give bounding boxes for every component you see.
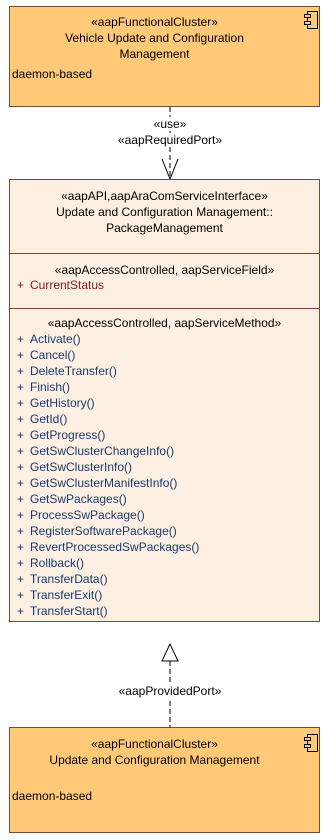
method-visibility: + [17, 332, 25, 346]
method-name: RegisterSoftwarePackage() [30, 524, 177, 538]
method-visibility: + [17, 444, 25, 458]
method-name: TransferData() [30, 572, 108, 586]
field-separator [10, 308, 319, 309]
method-name: TransferStart() [30, 604, 108, 618]
method-item[interactable]: + GetSwClusterInfo() [17, 460, 132, 475]
required-port-label: «aapRequiredPort» [95, 133, 245, 147]
method-visibility: + [17, 348, 25, 362]
method-name: Finish() [30, 380, 71, 394]
method-item[interactable]: + GetId() [17, 412, 67, 427]
interface-name-line2: PackageManagement [106, 221, 223, 235]
method-item[interactable]: + TransferStart() [17, 604, 108, 619]
use-label: «use» [120, 117, 220, 131]
bottom-cluster-box[interactable]: «aapFunctionalCluster» Update and Config… [9, 727, 320, 833]
method-visibility: + [17, 380, 25, 394]
method-name: RevertProcessedSwPackages() [30, 540, 200, 554]
method-name: TransferExit() [30, 588, 103, 602]
field-name: CurrentStatus [30, 278, 105, 292]
method-item[interactable]: + ProcessSwPackage() [17, 508, 145, 523]
interface-name-line1: Update and Configuration Management:: [56, 205, 273, 219]
method-visibility: + [17, 412, 25, 426]
component-icon [304, 734, 318, 752]
bottom-cluster-name: Update and Configuration Management [49, 753, 260, 767]
bottom-cluster-note: daemon-based [12, 789, 93, 803]
method-visibility: + [17, 508, 25, 522]
field-visibility: + [17, 278, 25, 292]
method-name: GetSwClusterInfo() [30, 460, 133, 474]
method-name: GetSwClusterManifestInfo() [30, 476, 178, 490]
method-item[interactable]: + GetSwPackages() [17, 492, 127, 507]
method-name: GetProgress() [30, 428, 106, 442]
bottom-cluster-stereotype: «aapFunctionalCluster» [91, 737, 218, 751]
method-item[interactable]: + GetHistory() [17, 396, 95, 411]
method-visibility: + [17, 492, 25, 506]
method-item[interactable]: + Finish() [17, 380, 70, 395]
provided-port-label: «aapProvidedPort» [95, 684, 245, 698]
interface-class-box[interactable]: «aapAPI,aapAraComServiceInterface» Updat… [9, 179, 320, 622]
method-visibility: + [17, 428, 25, 442]
method-item[interactable]: + GetProgress() [17, 428, 105, 443]
top-cluster-stereotype: «aapFunctionalCluster» [91, 15, 218, 29]
method-item[interactable]: + Cancel() [17, 348, 75, 363]
top-cluster-name-line2: Management [119, 47, 190, 61]
method-item[interactable]: + GetSwClusterManifestInfo() [17, 476, 177, 491]
method-name: ProcessSwPackage() [30, 508, 145, 522]
method-name: Rollback() [30, 556, 85, 570]
realization-triangle [161, 642, 179, 662]
top-cluster-note: daemon-based [12, 67, 93, 81]
method-name: GetHistory() [30, 396, 95, 410]
top-cluster-name-line1: Vehicle Update and Configuration [65, 31, 244, 45]
method-name: Activate() [30, 332, 81, 346]
method-visibility: + [17, 588, 25, 602]
method-item[interactable]: + DeleteTransfer() [17, 364, 117, 379]
component-icon [304, 11, 318, 29]
method-visibility: + [17, 556, 25, 570]
method-name: GetSwClusterChangeInfo() [30, 444, 175, 458]
method-visibility: + [17, 396, 25, 410]
method-visibility: + [17, 540, 25, 554]
method-item[interactable]: + Rollback() [17, 556, 84, 571]
method-item[interactable]: + GetSwClusterChangeInfo() [17, 444, 174, 459]
interface-stereotype: «aapAPI,aapAraComServiceInterface» [61, 189, 268, 203]
method-item[interactable]: + RevertProcessedSwPackages() [17, 540, 199, 555]
provided-connector [161, 642, 179, 728]
method-item[interactable]: + TransferData() [17, 572, 108, 587]
header-separator [10, 253, 319, 254]
field-item[interactable]: + CurrentStatus [17, 278, 104, 293]
method-visibility: + [17, 524, 25, 538]
method-visibility: + [17, 604, 25, 618]
method-name: GetSwPackages() [30, 492, 127, 506]
method-name: Cancel() [30, 348, 76, 362]
method-visibility: + [17, 460, 25, 474]
method-item[interactable]: + TransferExit() [17, 588, 102, 603]
method-visibility: + [17, 364, 25, 378]
top-cluster-box[interactable]: «aapFunctionalCluster» Vehicle Update an… [9, 6, 320, 107]
method-item[interactable]: + Activate() [17, 332, 81, 347]
method-visibility: + [17, 476, 25, 490]
method-name: GetId() [30, 412, 68, 426]
field-section-stereotype: «aapAccessControlled, aapServiceField» [54, 263, 275, 277]
method-name: DeleteTransfer() [30, 364, 117, 378]
method-section-stereotype: «aapAccessControlled, aapServiceMethod» [47, 316, 282, 330]
method-item[interactable]: + RegisterSoftwarePackage() [17, 524, 177, 539]
method-visibility: + [17, 572, 25, 586]
